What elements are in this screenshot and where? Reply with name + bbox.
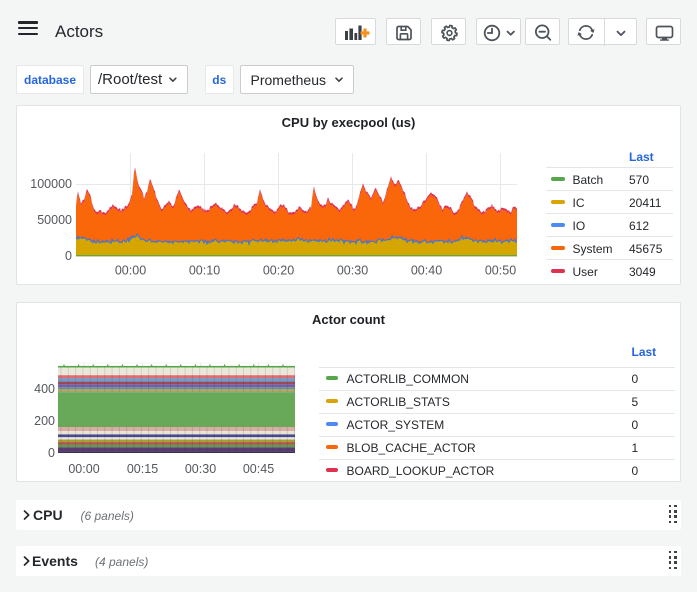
svg-text:50000: 50000: [37, 213, 72, 227]
svg-text:00:45: 00:45: [243, 462, 274, 476]
svg-text:00:20: 00:20: [263, 264, 294, 278]
svg-text:100000: 100000: [30, 177, 72, 191]
svg-text:200: 200: [34, 414, 55, 428]
svg-text:00:10: 00:10: [189, 264, 220, 278]
svg-text:00:50: 00:50: [485, 264, 516, 278]
svg-text:00:00: 00:00: [115, 264, 146, 278]
svg-text:00:15: 00:15: [127, 462, 158, 476]
svg-text:00:30: 00:30: [185, 462, 216, 476]
svg-text:00:30: 00:30: [337, 264, 368, 278]
svg-text:00:40: 00:40: [411, 264, 442, 278]
svg-text:0: 0: [65, 249, 72, 263]
svg-text:0: 0: [48, 446, 55, 460]
svg-text:00:00: 00:00: [68, 462, 99, 476]
svg-text:400: 400: [34, 382, 55, 396]
